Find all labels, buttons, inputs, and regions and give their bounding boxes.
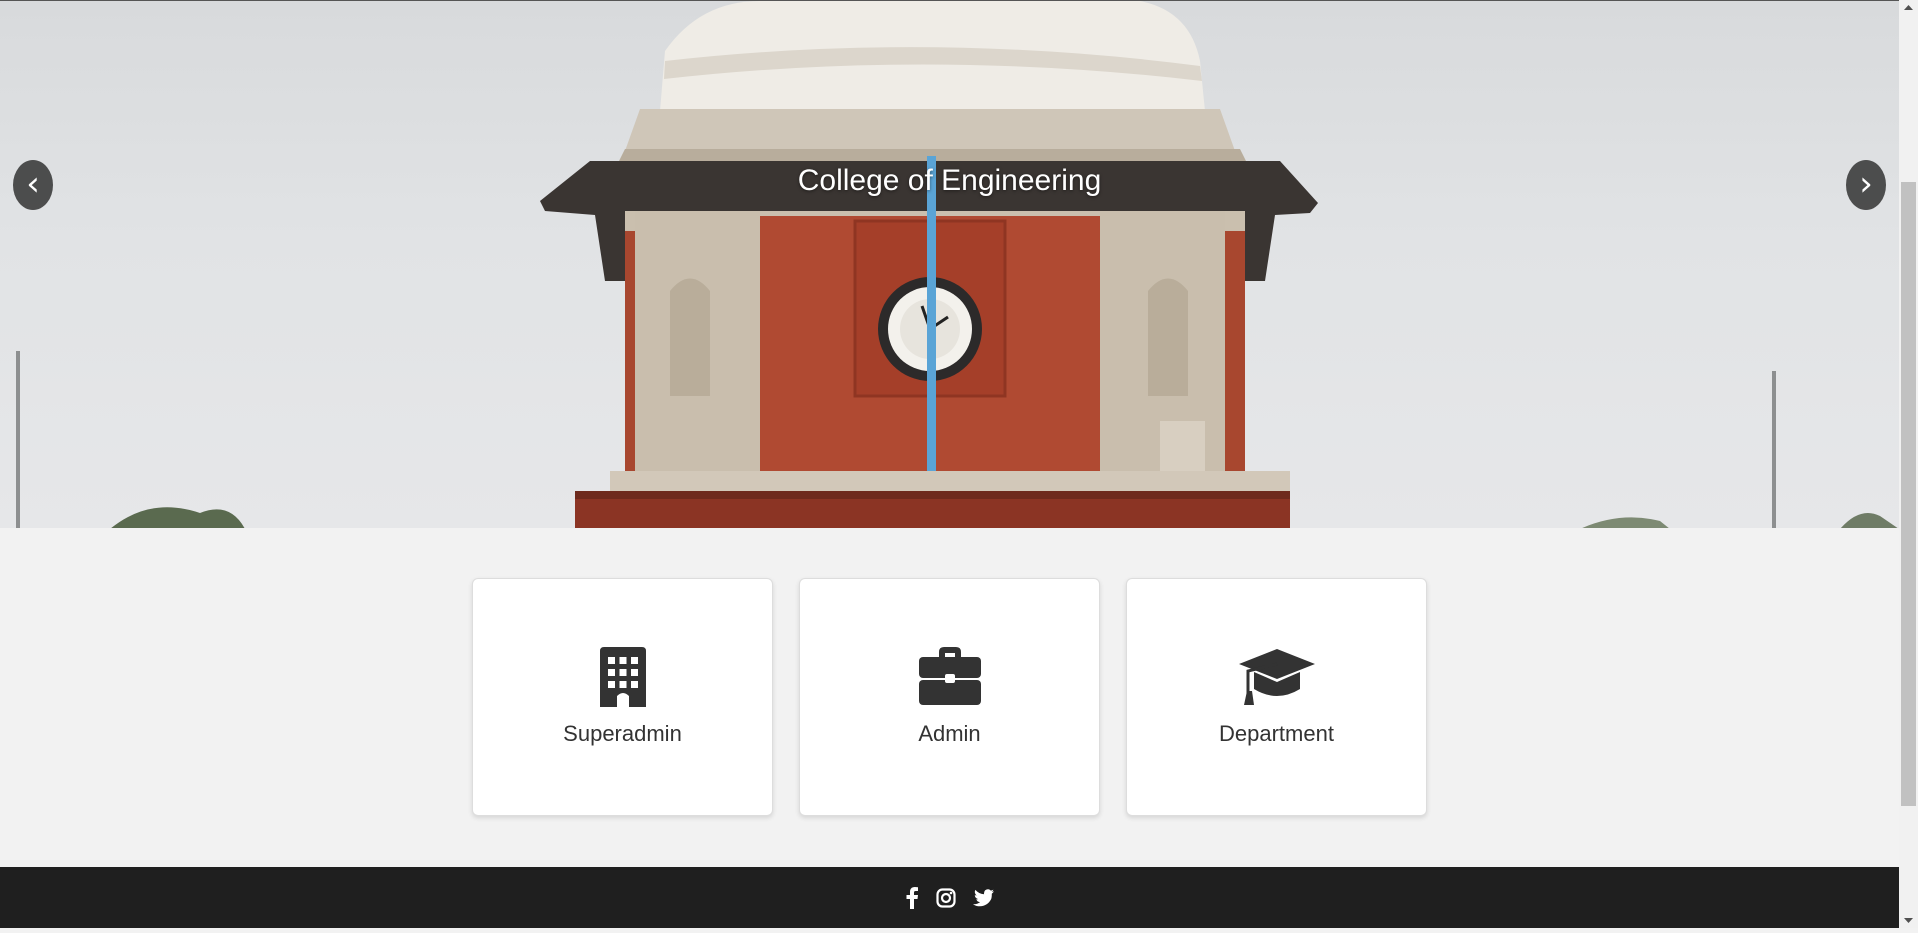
building-icon: [473, 647, 772, 707]
role-cards: Superadmin Admin Department: [472, 578, 1428, 816]
admin-label: Admin: [918, 721, 981, 746]
instagram-icon[interactable]: [935, 888, 956, 913]
scroll-down-arrow-icon[interactable]: [1899, 912, 1918, 928]
superadmin-label: Superadmin: [563, 721, 682, 746]
social-links: [0, 887, 1899, 914]
facebook-icon[interactable]: [905, 887, 919, 914]
twitter-icon[interactable]: [972, 889, 994, 912]
admin-card[interactable]: Admin: [799, 578, 1100, 816]
carousel-next-button[interactable]: ›: [1846, 160, 1886, 210]
hero-image: [16, 1, 1898, 528]
department-card[interactable]: Department: [1126, 578, 1427, 816]
scrollbar-thumb[interactable]: [1901, 182, 1916, 806]
briefcase-icon: [800, 647, 1099, 707]
vertical-scrollbar[interactable]: [1899, 0, 1918, 928]
hero-title: College of Engineering: [797, 164, 1102, 197]
scroll-up-arrow-icon[interactable]: [1899, 0, 1918, 16]
hero-carousel: College of Engineering ‹ ›: [0, 0, 1899, 528]
page: College of Engineering ‹ › Superadmin Ad…: [0, 0, 1899, 928]
department-label: Department: [1219, 721, 1334, 746]
footer: [0, 867, 1899, 928]
superadmin-card[interactable]: Superadmin: [472, 578, 773, 816]
graduation-cap-icon: [1127, 647, 1426, 707]
carousel-prev-button[interactable]: ‹: [13, 160, 53, 210]
